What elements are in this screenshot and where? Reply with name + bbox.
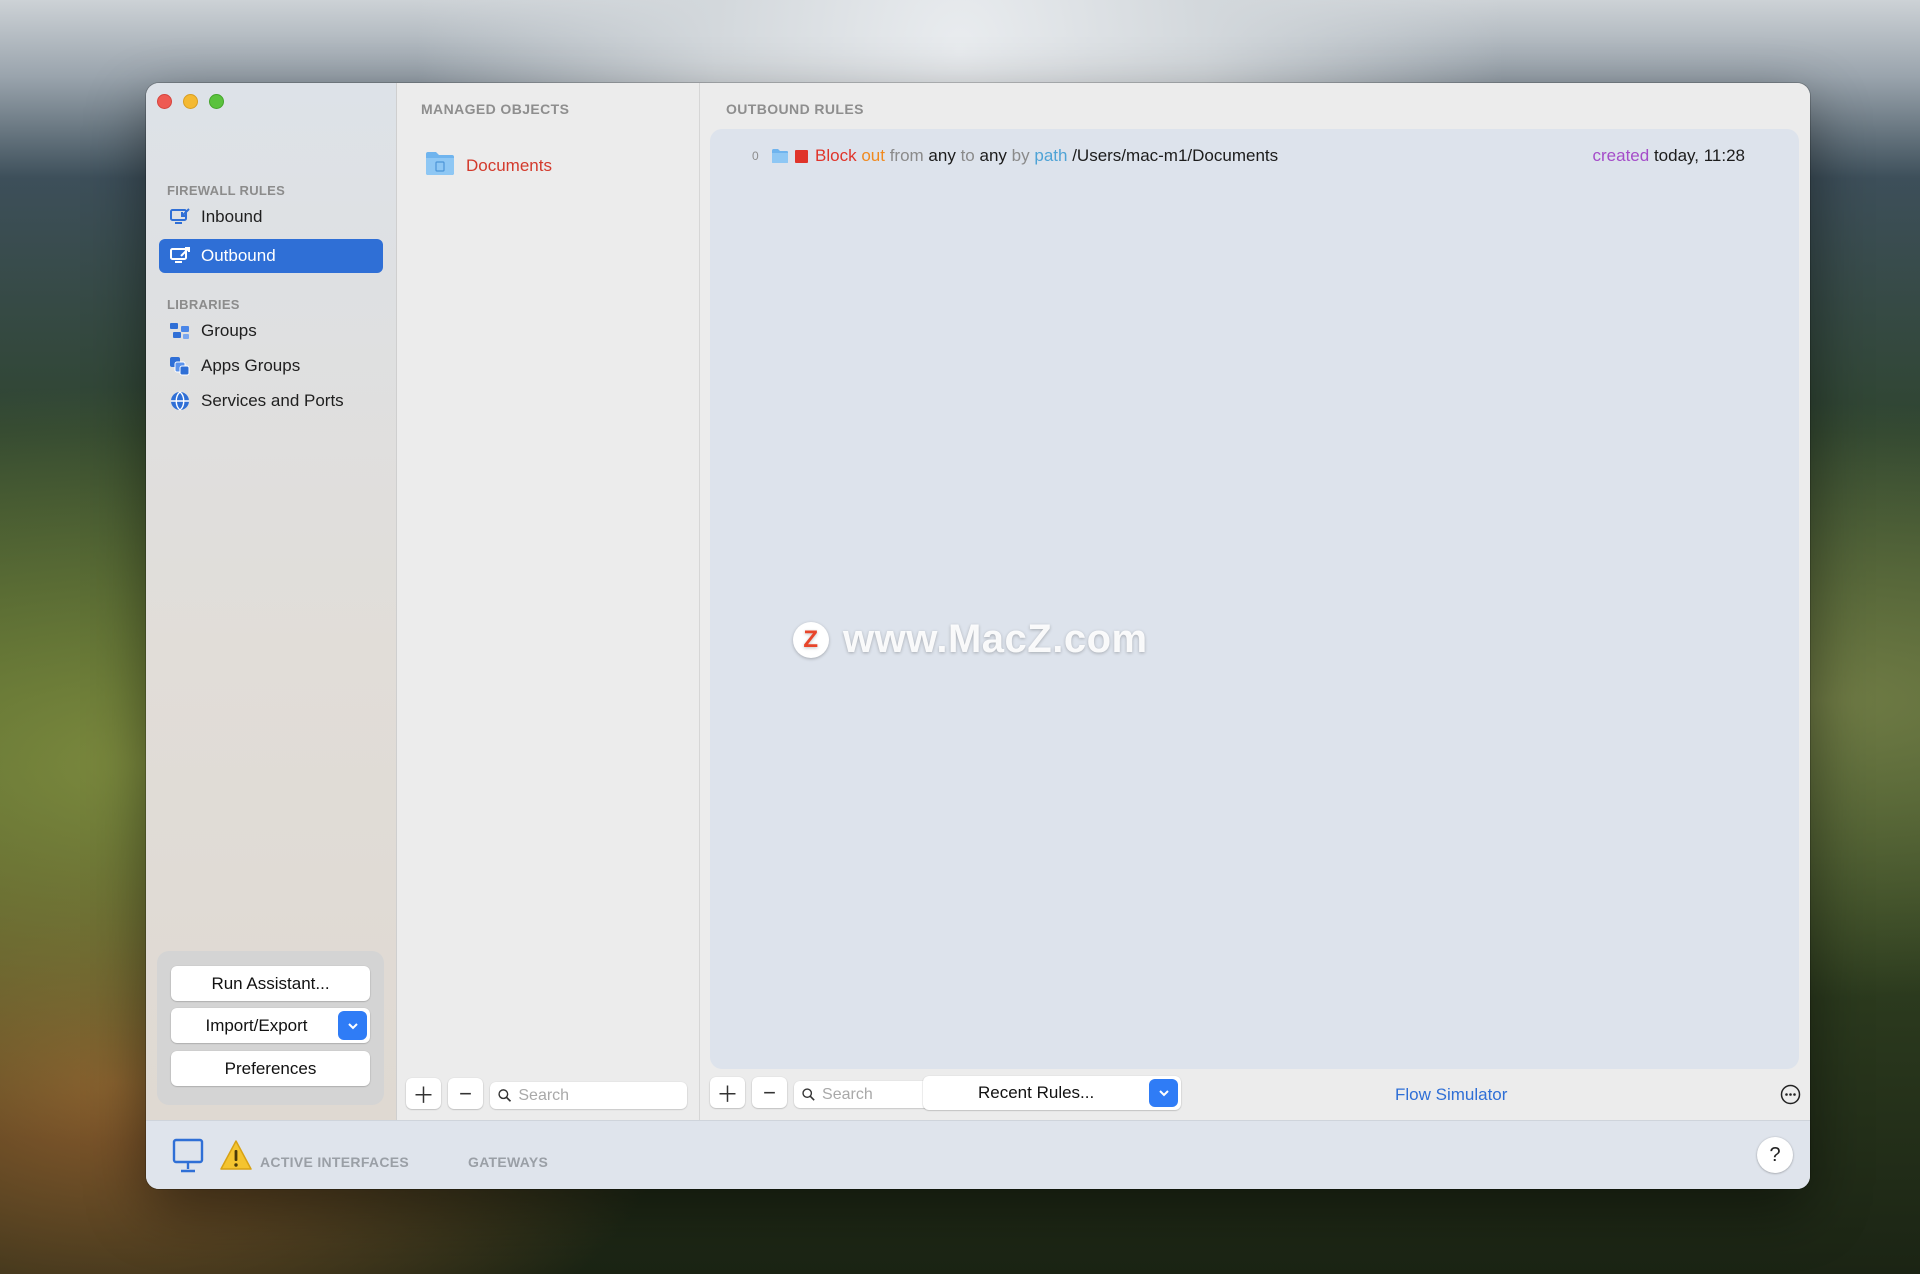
folder-icon [425,150,455,181]
inbound-icon [169,207,191,227]
rule-created-keyword: created [1592,146,1650,165]
window-controls [157,94,224,109]
apps-groups-icon [169,356,191,376]
active-interfaces-tab[interactable]: ACTIVE INTERFACES [260,1154,409,1170]
minimize-window-button[interactable] [183,94,198,109]
sidebar-item-apps-groups[interactable]: Apps Groups [159,349,383,383]
folder-icon [772,149,788,163]
rule-to-value: any [979,146,1007,165]
chevron-down-icon[interactable] [1149,1079,1178,1107]
sidebar-item-label: Groups [201,321,257,340]
groups-icon [169,321,191,341]
outbound-rules-title: OUTBOUND RULES [726,101,864,117]
gateways-tab[interactable]: GATEWAYS [468,1154,548,1170]
help-button[interactable]: ? [1757,1137,1793,1173]
outbound-icon [169,246,191,266]
monitor-icon[interactable] [172,1138,204,1179]
watermark-text: www.MacZ.com [843,617,1148,661]
rule-index: 0 [752,149,759,163]
managed-objects-panel: MANAGED OBJECTS Documents ＋ − [397,83,700,1120]
sidebar-item-inbound[interactable]: Inbound [159,200,383,234]
import-export-button[interactable]: Import/Export [171,1008,370,1043]
libraries-header: LIBRARIES [167,297,240,312]
managed-object-label: Documents [466,155,552,175]
sidebar-item-label: Inbound [201,207,263,226]
managed-objects-title: MANAGED OBJECTS [421,101,570,117]
outbound-rules-panel: OUTBOUND RULES 0 Block out from any to a… [701,83,1810,1120]
rule-from-value: any [928,146,956,165]
objects-search-field[interactable] [490,1082,687,1109]
warning-icon[interactable] [219,1139,253,1176]
minus-icon: − [459,1080,472,1106]
rule-to-keyword: to [960,146,975,165]
plus-icon: ＋ [716,1081,739,1107]
rules-list: 0 Block out from any to any by path /Use… [710,129,1799,1069]
chevron-down-icon[interactable] [338,1011,367,1040]
status-bar: ACTIVE INTERFACES GATEWAYS ? [146,1120,1810,1189]
sidebar: FIREWALL RULES Inbound Outbound LIBRARIE… [146,83,397,1120]
watermark: Z www.MacZ.com [793,617,1148,662]
rule-direction: out [861,146,885,165]
preferences-button[interactable]: Preferences [171,1051,370,1086]
sidebar-item-label: Apps Groups [201,356,301,375]
run-assistant-button[interactable]: Run Assistant... [171,966,370,1001]
rule-description: Block out from any to any by path /Users… [771,146,1278,166]
zoom-window-button[interactable] [209,94,224,109]
add-rule-button[interactable]: ＋ [710,1077,745,1108]
search-icon [498,1089,512,1102]
remove-rule-button[interactable]: − [752,1077,787,1108]
remove-object-button[interactable]: − [448,1078,483,1109]
import-export-label: Import/Export [205,1015,308,1035]
minus-icon: − [763,1079,776,1105]
plus-icon: ＋ [412,1082,435,1108]
objects-search-input[interactable] [518,1086,687,1105]
sidebar-actions-panel: Run Assistant... Import/Export Preferenc… [157,951,384,1105]
rule-type: path [1034,146,1068,165]
watermark-logo: Z [793,621,829,658]
close-window-button[interactable] [157,94,172,109]
more-options-icon[interactable] [1780,1084,1801,1110]
rule-row[interactable]: 0 Block out from any to any by path /Use… [710,143,1799,169]
recent-rules-label: Recent Rules... [978,1083,1095,1102]
rule-path: /Users/mac-m1/Documents [1072,146,1279,165]
flow-simulator-link[interactable]: Flow Simulator [1395,1085,1507,1105]
rule-by-keyword: by [1011,146,1030,165]
add-object-button[interactable]: ＋ [406,1078,441,1109]
rule-created: created today, 11:28 [1593,146,1746,166]
rule-from-keyword: from [889,146,924,165]
block-icon [795,149,808,163]
rule-action: Block [815,146,857,165]
search-icon [802,1088,815,1101]
services-globe-icon [169,391,191,411]
managed-object-item[interactable]: Documents [425,150,552,181]
sidebar-item-outbound[interactable]: Outbound [159,239,383,273]
sidebar-item-label: Services and Ports [201,391,344,410]
rule-created-value: today, 11:28 [1653,146,1745,165]
recent-rules-popup[interactable]: Recent Rules... [923,1076,1181,1110]
firewall-rules-header: FIREWALL RULES [167,183,286,198]
sidebar-item-services-and-ports[interactable]: Services and Ports [159,384,383,418]
sidebar-item-label: Outbound [201,246,276,265]
sidebar-item-groups[interactable]: Groups [159,314,383,348]
